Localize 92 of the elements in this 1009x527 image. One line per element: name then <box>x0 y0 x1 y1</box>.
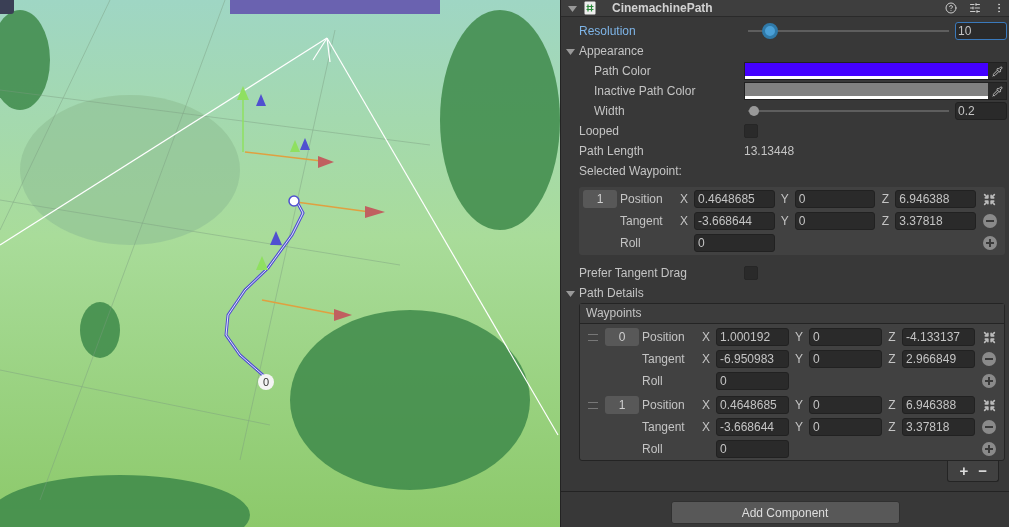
remove-icon[interactable] <box>982 352 996 366</box>
number-field[interactable]: 0 <box>809 418 882 436</box>
field-label: Inactive Path Color <box>594 84 697 98</box>
axis-label: Y <box>794 352 804 366</box>
number-field[interactable]: -6.950983 <box>716 350 789 368</box>
settings-icon[interactable] <box>969 2 981 14</box>
number-field[interactable]: 0 <box>794 212 876 230</box>
number-field[interactable]: -4.133137 <box>902 328 975 346</box>
axis-label: Z <box>887 398 897 412</box>
number-field[interactable]: 1.000192 <box>716 328 789 346</box>
row-label: Tangent <box>642 420 686 434</box>
move-handles-icon[interactable] <box>982 398 996 412</box>
number-field[interactable]: 0.2 <box>955 102 1007 120</box>
number-field[interactable]: -3.668644 <box>716 418 789 436</box>
axis-label: X <box>701 352 711 366</box>
move-handles-icon[interactable] <box>983 192 997 206</box>
waypoint-index[interactable]: 0 <box>605 328 639 346</box>
axis-label: Y <box>779 192 790 206</box>
number-field[interactable]: 2.966849 <box>902 350 975 368</box>
axis-label: X <box>701 330 711 344</box>
number-field[interactable]: 3.37818 <box>902 418 975 436</box>
help-icon[interactable] <box>945 2 957 14</box>
axis-label: Z <box>880 192 890 206</box>
row-label: Position <box>620 192 664 206</box>
waypoint-index[interactable]: 1 <box>605 396 639 414</box>
axis-label: X <box>679 214 689 228</box>
axis-label: X <box>679 192 689 206</box>
add-component-button[interactable]: Add Component <box>670 501 900 524</box>
foldout-text: Appearance <box>579 44 644 58</box>
row-label: Roll <box>642 374 664 388</box>
row-label: Tangent <box>642 352 686 366</box>
field-label: Looped <box>579 124 621 138</box>
row-label: Position <box>642 398 686 412</box>
axis-label: Y <box>794 398 804 412</box>
number-field[interactable]: -3.668644 <box>694 212 775 230</box>
slider-track[interactable] <box>748 23 949 39</box>
axis-label: Z <box>880 214 890 228</box>
component-title: CinemachinePath <box>612 1 714 15</box>
waypoint-label: 0 <box>262 376 270 388</box>
row-label: Position <box>642 330 686 344</box>
field-value: 13.13448 <box>744 144 795 158</box>
number-field[interactable]: 3.37818 <box>895 212 976 230</box>
field-label: Resolution <box>579 24 637 38</box>
color-field[interactable] <box>744 82 1007 100</box>
number-field[interactable]: 10 <box>955 22 1007 40</box>
number-field[interactable]: 0 <box>794 190 876 208</box>
field-label: Path Length <box>579 144 645 158</box>
add-icon[interactable] <box>982 374 996 388</box>
waypoint-index[interactable]: 1 <box>583 190 617 208</box>
number-field[interactable]: 6.946388 <box>902 396 975 414</box>
number-field[interactable]: 0.4648685 <box>716 396 789 414</box>
foldout-text: Path Details <box>579 286 644 300</box>
number-field[interactable]: 0 <box>809 350 882 368</box>
field-label: Width <box>594 104 626 118</box>
remove-button[interactable]: − <box>975 462 990 479</box>
axis-label: Y <box>794 420 804 434</box>
axis-label: Z <box>887 330 897 344</box>
remove-icon[interactable] <box>982 420 996 434</box>
foldout-label[interactable]: Path Details <box>565 286 644 300</box>
axis-label: Y <box>779 214 790 228</box>
field-label: Path Color <box>594 64 652 78</box>
axis-label: Z <box>887 420 897 434</box>
add-icon[interactable] <box>982 442 996 456</box>
field-label: Prefer Tangent Drag <box>579 266 688 280</box>
move-handles-icon[interactable] <box>982 330 996 344</box>
number-field[interactable]: 0 <box>716 372 789 390</box>
axis-label: X <box>701 420 711 434</box>
number-field[interactable]: 0 <box>809 328 882 346</box>
add-icon[interactable] <box>983 236 997 250</box>
script-icon <box>584 1 596 15</box>
slider-thumb[interactable] <box>749 106 759 116</box>
section-label: Selected Waypoint: <box>579 164 683 178</box>
drag-handle-icon[interactable] <box>588 333 598 341</box>
drag-handle-icon[interactable] <box>588 401 598 409</box>
number-field[interactable]: 0 <box>716 440 789 458</box>
slider-thumb[interactable] <box>762 23 779 39</box>
foldout-label[interactable]: Appearance <box>565 44 644 58</box>
row-label: Roll <box>642 442 664 456</box>
number-field[interactable]: 0.4648685 <box>694 190 775 208</box>
axis-label: X <box>701 398 711 412</box>
color-field[interactable] <box>744 62 1007 80</box>
add-button[interactable]: + <box>956 462 972 479</box>
number-field[interactable]: 0 <box>809 396 882 414</box>
row-label: Tangent <box>620 214 664 228</box>
number-field[interactable]: 0 <box>694 234 775 252</box>
axis-label: Y <box>794 330 804 344</box>
axis-label: Z <box>887 352 897 366</box>
waypoint-marker-icon[interactable] <box>258 374 274 390</box>
number-field[interactable]: 6.946388 <box>895 190 976 208</box>
row-label: Roll <box>620 236 642 250</box>
remove-icon[interactable] <box>983 214 997 228</box>
list-header: Waypoints <box>580 304 1004 324</box>
